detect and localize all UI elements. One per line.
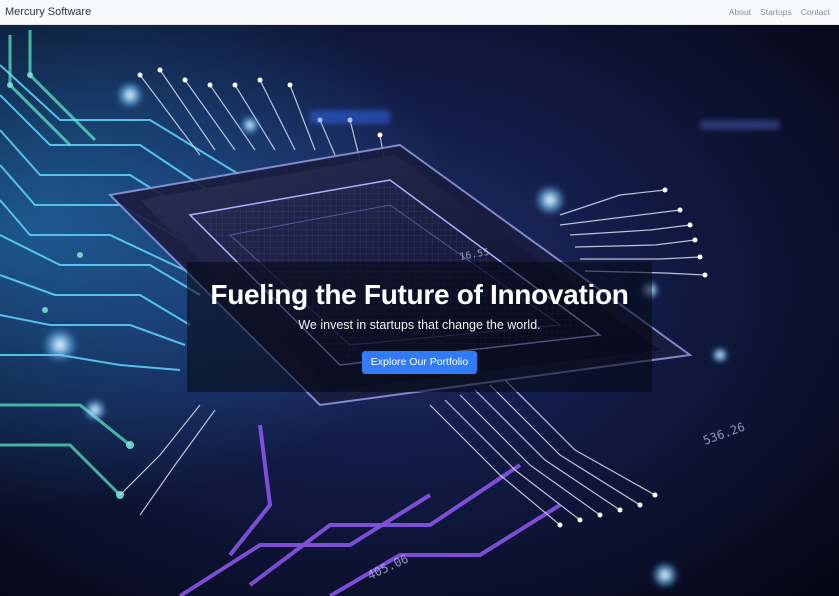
- nav-link-about[interactable]: About: [729, 7, 751, 17]
- nav-link-contact[interactable]: Contact: [801, 7, 830, 17]
- nav-links: About Startups Contact: [729, 7, 830, 17]
- hero-subtitle: We invest in startups that change the wo…: [298, 318, 541, 332]
- hero-overlay: Fueling the Future of Innovation We inve…: [187, 262, 652, 392]
- nav-link-startups[interactable]: Startups: [760, 7, 792, 17]
- hero-title: Fueling the Future of Innovation: [210, 279, 629, 310]
- top-navbar: Mercury Software About Startups Contact: [0, 0, 839, 25]
- brand-logo-link[interactable]: Mercury Software: [5, 6, 91, 18]
- hero-section: 16.55 536.26 405.06 Fueling the Future o…: [0, 25, 839, 596]
- explore-portfolio-button[interactable]: Explore Our Portfolio: [361, 351, 478, 374]
